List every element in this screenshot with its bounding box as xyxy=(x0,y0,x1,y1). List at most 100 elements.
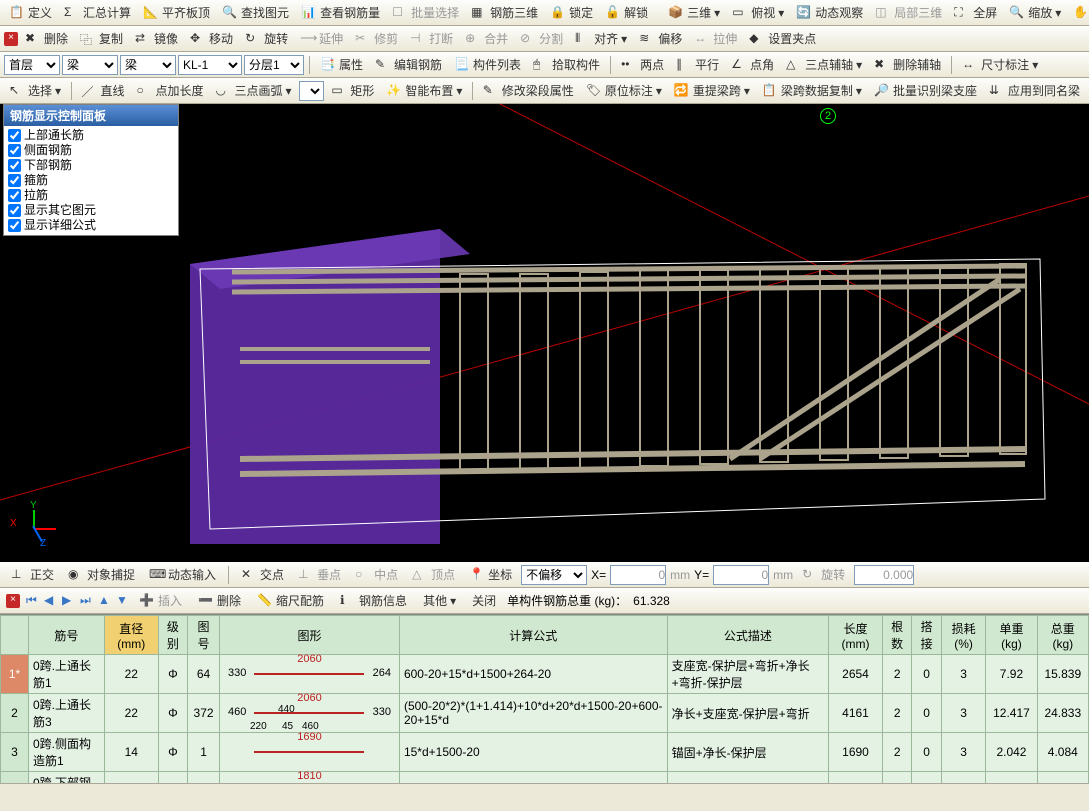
nav-next-icon[interactable]: ▶ xyxy=(62,593,74,609)
btn-parallel[interactable]: ∥平行 xyxy=(671,53,724,76)
col-header[interactable]: 计算公式 xyxy=(399,616,667,655)
panel-item-3[interactable]: 箍筋 xyxy=(6,173,176,188)
col-header[interactable]: 单重(kg) xyxy=(986,616,1037,655)
btn-batch-recog[interactable]: 🔎批量识别梁支座 xyxy=(869,79,982,102)
btn-zoom[interactable]: 🔍缩放 ▾ xyxy=(1004,1,1066,24)
panel-item-2[interactable]: 下部钢筋 xyxy=(6,158,176,173)
col-header[interactable] xyxy=(1,616,29,655)
btn-overlook[interactable]: ▭俯视 ▾ xyxy=(727,1,789,24)
table-row[interactable]: 30跨.侧面构造筋114Φ1169015*d+1500-20锚固+净长-保护层1… xyxy=(1,733,1089,772)
btn-fullscreen[interactable]: ⛶全屏 xyxy=(949,1,1002,24)
btn-pt-len[interactable]: ○点加长度 xyxy=(131,79,208,102)
btn-local-3d[interactable]: ◫局部三维 xyxy=(870,1,947,24)
btn-summary[interactable]: Σ汇总计算 xyxy=(59,1,136,24)
btn-extend[interactable]: ⟶延伸 xyxy=(295,27,348,50)
btn-rotate[interactable]: ↻旋转 xyxy=(240,27,293,50)
btn-line[interactable]: ／直线 xyxy=(76,79,129,102)
col-header[interactable]: 直径(mm) xyxy=(104,616,158,655)
table-row[interactable]: 20跨.上通长筋322Φ372460 2060 33022045460440(5… xyxy=(1,694,1089,733)
btn-dyn-input[interactable]: ⌨动态输入 xyxy=(144,563,221,586)
btn-mirror[interactable]: ⇄镜像 xyxy=(130,27,183,50)
btn-check-rebar[interactable]: 📊查看钢筋量 xyxy=(296,1,385,24)
close-rebar-panel-icon[interactable]: × xyxy=(6,594,20,608)
btn-close[interactable]: 关闭 xyxy=(467,589,501,612)
col-header[interactable]: 搭接 xyxy=(912,616,941,655)
panel-item-5[interactable]: 显示其它图元 xyxy=(6,203,176,218)
btn-vertex[interactable]: △顶点 xyxy=(407,563,460,586)
input-y[interactable] xyxy=(713,565,769,585)
btn-split[interactable]: ⊘分割 xyxy=(515,27,568,50)
btn-rotation[interactable]: ↻旋转 xyxy=(797,563,850,586)
btn-scale[interactable]: 📏缩尺配筋 xyxy=(252,589,329,612)
btn-insert-row[interactable]: ➕插入 xyxy=(134,589,187,612)
btn-pt-angle[interactable]: ∠点角 xyxy=(726,53,779,76)
btn-ortho[interactable]: ⊥正交 xyxy=(6,563,59,586)
btn-coord[interactable]: 📍坐标 xyxy=(464,563,517,586)
panel-checkbox[interactable] xyxy=(8,219,21,232)
panel-item-6[interactable]: 显示详细公式 xyxy=(6,218,176,233)
close-toolbar-icon[interactable]: × xyxy=(4,32,18,46)
select-offset[interactable]: 不偏移 xyxy=(521,565,587,585)
col-header[interactable]: 根数 xyxy=(882,616,911,655)
btn-copy[interactable]: ⿻复制 xyxy=(75,27,128,50)
btn-batch-select[interactable]: ☐批量选择 xyxy=(387,1,464,24)
rebar-table-wrap[interactable]: 筋号直径(mm)级别图号图形计算公式公式描述长度(mm)根数搭接损耗(%)单重(… xyxy=(0,614,1089,783)
btn-perp[interactable]: ⊥垂点 xyxy=(293,563,346,586)
btn-del-aux[interactable]: ✖删除辅轴 xyxy=(869,53,946,76)
btn-unlock[interactable]: 🔓解锁 xyxy=(600,1,653,24)
btn-delete[interactable]: ✖删除 xyxy=(20,27,73,50)
btn-pick-member[interactable]: 🖱拾取构件 xyxy=(528,53,605,76)
btn-offset[interactable]: ≋偏移 xyxy=(634,27,687,50)
btn-three-pt-arc[interactable]: ◡三点画弧 ▾ xyxy=(210,79,296,102)
btn-dynamic-view[interactable]: 🔄动态观察 xyxy=(791,1,868,24)
btn-move[interactable]: ✥移动 xyxy=(185,27,238,50)
panel-item-4[interactable]: 拉筋 xyxy=(6,188,176,203)
btn-select[interactable]: ↖选择 ▾ xyxy=(4,79,66,102)
panel-checkbox[interactable] xyxy=(8,159,21,172)
nav-down-icon[interactable]: ▼ xyxy=(116,593,128,609)
col-header[interactable]: 损耗(%) xyxy=(941,616,986,655)
btn-rect[interactable]: ▭矩形 xyxy=(326,79,379,102)
select-floor[interactable]: 首层 xyxy=(4,55,60,75)
nav-up-icon[interactable]: ▲ xyxy=(98,593,110,609)
btn-other[interactable]: 其他 ▾ xyxy=(418,589,461,612)
panel-checkbox[interactable] xyxy=(8,204,21,217)
col-header[interactable]: 公式描述 xyxy=(667,616,828,655)
btn-mid[interactable]: ○中点 xyxy=(350,563,403,586)
btn-rebar-3d[interactable]: ▦钢筋三维 xyxy=(466,1,543,24)
btn-setgrip[interactable]: ◆设置夹点 xyxy=(744,27,821,50)
btn-reextract[interactable]: 🔁重提梁跨 ▾ xyxy=(669,79,755,102)
nav-prev-icon[interactable]: ◀ xyxy=(44,593,56,609)
btn-find-elem[interactable]: 🔍查找图元 xyxy=(217,1,294,24)
btn-align[interactable]: ⫴对齐 ▾ xyxy=(570,27,632,50)
table-row[interactable]: 1*0跨.上通长筋122Φ64330 2060 264600-20+15*d+1… xyxy=(1,655,1089,694)
btn-attr[interactable]: 📑属性 xyxy=(315,53,368,76)
btn-dim[interactable]: ↔尺寸标注 ▾ xyxy=(957,53,1043,76)
btn-apply-same[interactable]: ⇊应用到同名梁 xyxy=(984,79,1085,102)
btn-stretch[interactable]: ↔拉伸 xyxy=(689,27,742,50)
col-header[interactable]: 图号 xyxy=(188,616,220,655)
select-member[interactable]: KL-1 xyxy=(178,55,242,75)
btn-pan[interactable]: ✋平移 ▾ xyxy=(1068,1,1089,24)
panel-checkbox[interactable] xyxy=(8,144,21,157)
panel-item-1[interactable]: 侧面钢筋 xyxy=(6,143,176,158)
btn-two-pt[interactable]: ••两点 xyxy=(616,53,669,76)
input-x[interactable] xyxy=(610,565,666,585)
panel-checkbox[interactable] xyxy=(8,174,21,187)
btn-delete-row[interactable]: ➖删除 xyxy=(193,589,246,612)
btn-merge[interactable]: ⊕合并 xyxy=(460,27,513,50)
col-header[interactable]: 筋号 xyxy=(29,616,105,655)
col-header[interactable]: 总重(kg) xyxy=(1037,616,1088,655)
btn-lock[interactable]: 🔒锁定 xyxy=(545,1,598,24)
panel-checkbox[interactable] xyxy=(8,129,21,142)
btn-copy-span[interactable]: 📋梁跨数据复制 ▾ xyxy=(757,79,867,102)
viewport-3d[interactable]: 2 钢筋显示控制面板 上部通长筋 侧面钢筋 下部钢筋 箍筋 拉筋 显示其它图元 … xyxy=(0,104,1089,562)
select-arc-opt[interactable] xyxy=(299,81,325,101)
nav-last-icon[interactable]: ⏭ xyxy=(80,593,92,609)
col-header[interactable]: 长度(mm) xyxy=(829,616,883,655)
select-type1[interactable]: 梁 xyxy=(62,55,118,75)
btn-orig-annot[interactable]: 🏷原位标注 ▾ xyxy=(581,79,667,102)
btn-three-pt-aux[interactable]: △三点辅轴 ▾ xyxy=(781,53,867,76)
btn-intersect[interactable]: ✕交点 xyxy=(236,563,289,586)
input-rot[interactable] xyxy=(854,565,914,585)
